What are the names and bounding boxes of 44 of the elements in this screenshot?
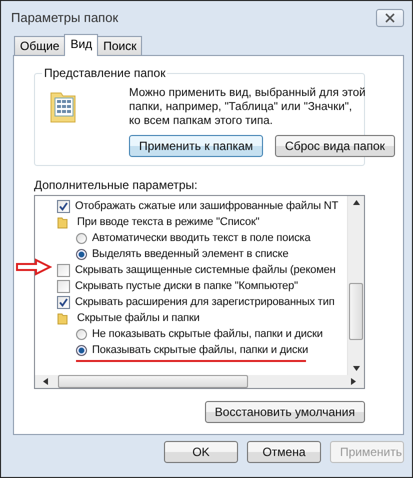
group-label: При вводе текста в режиме "Список" <box>77 216 260 228</box>
action-button[interactable]: Сброс вида папок <box>275 135 395 157</box>
group-title: Представление папок <box>42 66 168 80</box>
radio-button[interactable] <box>76 344 87 356</box>
checkbox[interactable] <box>57 280 70 292</box>
scroll-left-icon <box>43 378 48 385</box>
vertical-scrollbar[interactable] <box>347 196 364 375</box>
option-label: Показывать скрытые файлы, папки и диски <box>92 344 308 356</box>
tab[interactable]: Поиск <box>97 36 142 55</box>
radio-button[interactable] <box>76 232 87 244</box>
close-button[interactable] <box>376 8 404 26</box>
scroll-down-icon <box>352 366 360 371</box>
checkbox[interactable] <box>57 296 70 308</box>
option-label: Не показывать скрытые файлы, папки и диски <box>92 328 323 340</box>
description-line: Можно применить вид, выбранный для этой <box>129 86 366 100</box>
scroll-thumb[interactable] <box>349 283 363 340</box>
option-label: Скрывать пустые диски в папке "Компьютер" <box>75 280 298 292</box>
checkbox[interactable] <box>57 200 70 212</box>
scroll-thumb[interactable] <box>58 375 248 388</box>
group-label: Скрытые файлы и папки <box>77 312 200 324</box>
restore-defaults-button[interactable]: Восстановить умолчания <box>204 401 365 423</box>
description-line: папки, например, "Таблица" или "Значки", <box>129 100 354 114</box>
scroll-up-icon <box>352 200 360 205</box>
close-icon <box>384 12 396 22</box>
radio-button[interactable] <box>76 248 87 260</box>
option-label: Автоматически вводить текст в поле поиска <box>92 232 310 244</box>
dialog-button[interactable]: Отмена <box>247 441 321 463</box>
option-label: Отображать сжатые или зашифрованные файлы NT <box>75 200 338 212</box>
dialog-button[interactable]: OK <box>164 441 238 463</box>
radio-button[interactable] <box>76 328 87 340</box>
scroll-right-icon <box>351 378 356 385</box>
horizontal-scrollbar[interactable] <box>35 375 364 388</box>
folder-icon <box>57 312 70 324</box>
folder-icon <box>57 216 70 228</box>
tab[interactable]: Вид <box>64 34 98 56</box>
option-label: Скрывать защищенные системные файлы (рекомен <box>75 264 336 276</box>
option-label: Скрывать расширения для зарегистрированных тип <box>75 296 335 308</box>
action-button[interactable]: Применить к папкам <box>129 135 264 157</box>
checkbox[interactable] <box>57 264 70 276</box>
option-label: Выделять введенный элемент в списке <box>92 248 288 260</box>
section-label: Дополнительные параметры: <box>34 178 198 192</box>
tab[interactable]: Общие <box>14 36 66 55</box>
description-line: ко всем папкам этого типа. <box>129 114 274 128</box>
window-title: Параметры папок <box>11 10 118 25</box>
